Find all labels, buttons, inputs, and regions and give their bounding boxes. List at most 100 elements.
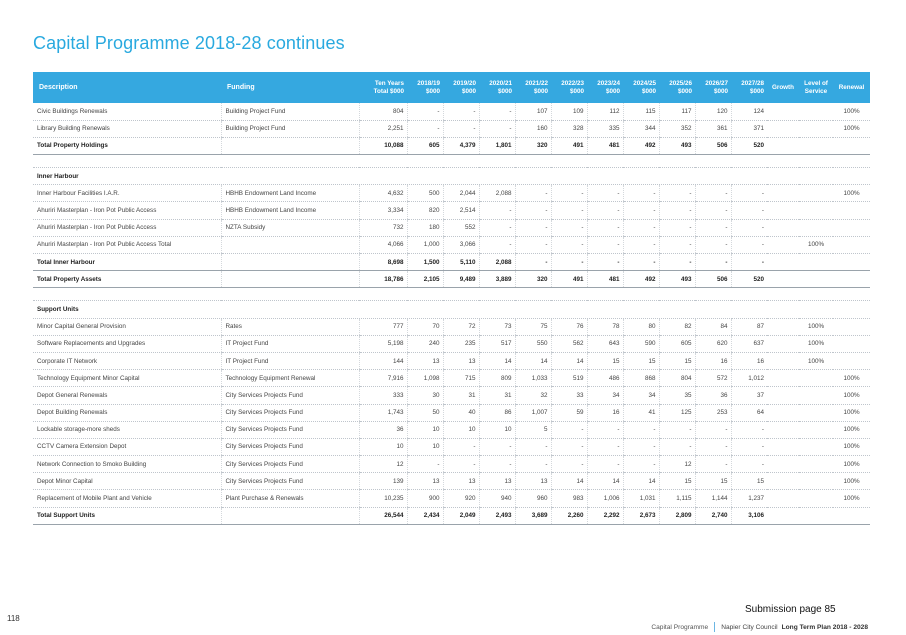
year-value-cell: 605 [406,137,443,156]
table-row: Minor Capital General Provision Rates 777 7… [33,318,870,336]
table-row: Ahuriri Masterplan - Iron Pot Public Acc… [33,236,870,255]
year-value-cell: - [730,253,767,272]
classification-cell [767,184,799,203]
classification-cell [767,120,799,138]
table-row: Lockable storage-more sheds City Services… [33,421,870,439]
year-value-cell: 13 [406,472,443,491]
description-cell: Technology Equipment Minor Capital [33,369,221,388]
year-value-cell: - [478,201,515,220]
year-value-cell: - [442,103,479,121]
year-value-cell: 2,740 [694,507,731,525]
column-header: 2024/25 $000 [633,79,656,95]
year-value-cell: 493 [658,270,695,289]
year-value-cell: - [406,120,443,138]
ten-year-total-cell: 4,632 [358,184,407,203]
year-value-cell: 76 [550,318,587,336]
funding-cell: HBHB Endowment Land Income [220,201,359,220]
year-value-cell: 109 [550,103,587,121]
year-value-cell: 5,110 [442,253,479,272]
year-value-cell: 500 [406,184,443,203]
year-value-cell: 10 [406,421,443,439]
classification-cell: 100% [833,103,870,121]
year-value-cell: 82 [658,318,695,336]
year-value-cell: 2,044 [442,184,479,203]
year-value-cell: 344 [622,120,659,138]
year-value-cell: 253 [694,404,731,422]
footer-org: Napier City Council [721,623,778,631]
year-value-cell: 15 [622,352,659,371]
ten-year-total-cell: 10 [358,438,407,457]
year-value-cell: 2,434 [406,507,443,525]
year-value-cell: 552 [442,219,479,237]
year-value-cell: - [550,201,587,220]
year-value-cell: - [694,421,731,439]
year-value-cell: 1,012 [730,369,767,388]
year-value-cell: 605 [658,335,695,353]
spacer-cell [33,287,870,302]
year-value-cell: 35 [658,386,695,405]
year-value-cell: 481 [586,270,623,289]
classification-cell: 100% [833,404,870,422]
table-row: Corporate IT Network IT Project Fund 144 13… [33,352,870,371]
classification-cell [799,201,833,220]
description-cell: Total Inner Harbour [33,253,221,272]
classification-cell: 100% [833,438,870,457]
page-title: Capital Programme 2018-28 continues [33,33,345,53]
year-value-cell: - [586,421,623,439]
classification-cell [833,236,870,255]
description-cell: Ahuriri Masterplan - Iron Pot Public Acc… [33,219,221,237]
funding-cell: NZTA Subsidy [220,219,359,237]
classification-cell: 100% [833,120,870,138]
description-cell: Library Building Renewals [33,120,221,138]
ten-year-total-cell: 36 [358,421,407,439]
footer-section: Capital Programme [651,623,709,631]
year-value-cell: 868 [622,369,659,388]
description-cell: Replacement of Mobile Plant and Vehicle [33,489,221,508]
year-value-cell: - [622,455,659,474]
year-value-cell: 3,106 [730,507,767,525]
year-value-cell: 15 [586,352,623,371]
year-value-cell: - [586,201,623,220]
classification-cell [767,352,799,371]
year-value-cell: 16 [586,404,623,422]
year-value-cell: - [406,455,443,474]
year-value-cell: - [514,438,551,457]
classification-cell [833,352,870,371]
funding-cell: City Services Projects Fund [220,404,359,422]
classification-cell [767,270,799,289]
funding-cell: Rates [220,318,359,336]
year-value-cell: - [514,201,551,220]
ten-year-total-cell: 8,698 [358,253,407,272]
year-value-cell: - [694,455,731,474]
year-value-cell: 115 [622,103,659,121]
year-value-cell: 15 [694,472,731,491]
year-value-cell: 10 [406,438,443,457]
year-value-cell: 1,031 [622,489,659,508]
year-value-cell: - [550,236,587,255]
year-value-cell: - [694,253,731,272]
year-value-cell: 14 [478,352,515,371]
year-value-cell: 960 [514,489,551,508]
year-value-cell: 41 [622,404,659,422]
table-row: Ahuriri Masterplan - Iron Pot Public Acc… [33,201,870,220]
classification-cell [833,137,870,156]
column-header: Funding [227,83,255,91]
classification-cell [767,103,799,121]
year-value-cell: 506 [694,137,731,156]
year-value-cell: 36 [694,386,731,405]
classification-cell [833,318,870,336]
year-value-cell: - [514,253,551,272]
year-value-cell: - [514,236,551,255]
spacer-row [33,154,870,169]
year-value-cell: 120 [694,103,731,121]
column-header: 2021/22 $000 [525,79,548,95]
year-value-cell: - [586,438,623,457]
year-value-cell: 2,292 [586,507,623,525]
year-value-cell: 352 [658,120,695,138]
year-value-cell: - [586,184,623,203]
year-value-cell: 1,500 [406,253,443,272]
year-value-cell: 75 [514,318,551,336]
classification-cell [767,369,799,388]
year-value-cell: - [442,438,479,457]
year-value-cell: 14 [514,352,551,371]
